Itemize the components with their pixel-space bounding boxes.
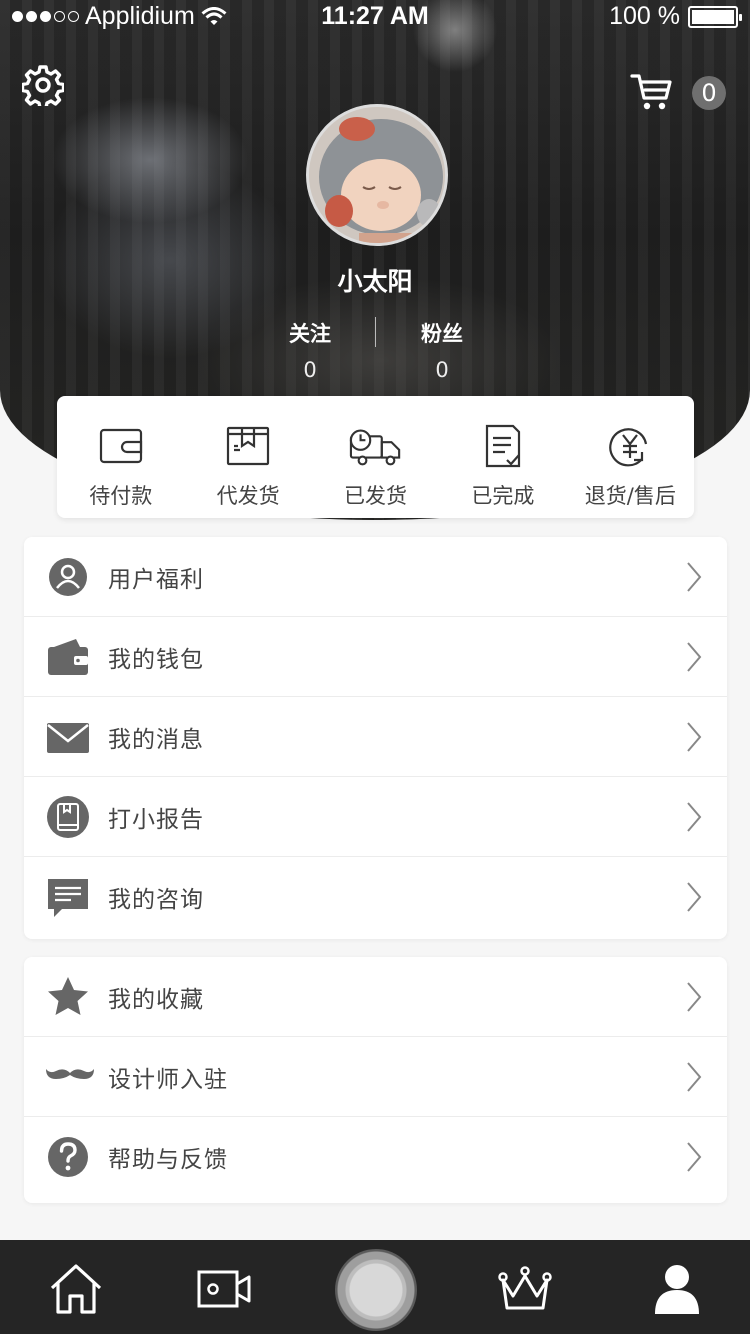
order-label: 代发货 [216, 484, 280, 508]
menu-group-secondary: 我的收藏 设计师入驻 帮助与反馈 [24, 957, 727, 1203]
order-to-ship[interactable]: 代发货 [184, 396, 311, 518]
user-icon [49, 557, 87, 596]
username: 小太阳 [337, 267, 413, 296]
menu-item-user-benefits[interactable]: 用户福利 [24, 537, 727, 617]
mustache-icon [46, 1068, 94, 1079]
baby-photo [309, 107, 445, 243]
menu-label: 帮助与反馈 [108, 1147, 228, 1173]
package-icon [227, 426, 270, 466]
cart-count-badge[interactable]: 0 [692, 76, 726, 110]
record-button[interactable] [335, 1249, 417, 1331]
fans-stat[interactable]: 粉丝 0 [382, 318, 502, 382]
battery-icon [688, 5, 742, 28]
order-label: 已完成 [471, 484, 535, 508]
menu-item-consultation[interactable]: 我的咨询 [24, 857, 727, 937]
chevron-right-icon [687, 1142, 702, 1172]
menu-item-help-feedback[interactable]: 帮助与反馈 [24, 1117, 727, 1197]
tab-video[interactable] [196, 1262, 252, 1316]
order-completed[interactable]: 已完成 [439, 396, 566, 518]
order-shipped[interactable]: 已发货 [312, 396, 439, 518]
profile-icon [655, 1265, 699, 1314]
order-label: 待付款 [89, 484, 153, 508]
home-icon [50, 1264, 102, 1314]
wallet-icon [48, 638, 88, 675]
follow-stat[interactable]: 关注 0 [250, 318, 370, 382]
menu-label: 打小报告 [108, 806, 204, 833]
chevron-right-icon [687, 882, 702, 912]
stat-divider [375, 317, 376, 347]
chevron-right-icon [687, 641, 702, 672]
menu-item-designer-join[interactable]: 设计师入驻 [24, 1037, 727, 1117]
gear-icon [20, 65, 66, 110]
battery-percent: 100 % [609, 2, 680, 30]
tab-crown[interactable] [497, 1262, 553, 1316]
help-icon [48, 1137, 88, 1177]
crown-icon [498, 1266, 552, 1310]
status-bar: Applidium 11:27 AM 100 % [0, 0, 750, 34]
order-pending-payment[interactable]: 待付款 [57, 396, 184, 518]
order-refund[interactable]: 退货/售后 [567, 396, 694, 518]
chevron-right-icon [687, 1061, 702, 1092]
follow-count: 0 [303, 358, 317, 382]
book-icon [47, 795, 89, 838]
fans-label: 粉丝 [421, 322, 463, 346]
cart-icon [630, 74, 672, 110]
menu-label: 用户福利 [108, 566, 204, 593]
envelope-icon [47, 722, 89, 753]
menu-group-primary: 用户福利 我的钱包 我的消息 打小报告 我的咨询 [24, 537, 727, 939]
menu-item-report[interactable]: 打小报告 [24, 777, 727, 857]
order-label: 已发货 [344, 484, 408, 508]
menu-item-wallet[interactable]: 我的钱包 [24, 617, 727, 697]
wallet-icon [99, 428, 142, 464]
cart-button[interactable] [630, 72, 674, 112]
menu-label: 我的收藏 [108, 986, 204, 1013]
battery-group: 100 % [609, 2, 742, 31]
order-status-card: 待付款 代发货 已发货 已完成 退货/售后 [57, 396, 694, 518]
menu-label: 设计师入驻 [108, 1066, 228, 1093]
tab-home[interactable] [48, 1262, 104, 1316]
order-label: 退货/售后 [584, 484, 676, 508]
menu-item-favorites[interactable]: 我的收藏 [24, 957, 727, 1037]
chevron-right-icon [687, 801, 702, 832]
star-icon [48, 976, 88, 1015]
settings-button[interactable] [20, 64, 66, 110]
fans-count: 0 [435, 358, 449, 382]
truck-icon [349, 429, 400, 466]
checklist-icon [485, 424, 521, 468]
avatar[interactable] [306, 104, 448, 246]
refund-icon [609, 428, 648, 467]
menu-item-messages[interactable]: 我的消息 [24, 697, 727, 777]
video-icon [197, 1270, 251, 1308]
menu-label: 我的消息 [108, 726, 204, 753]
tab-profile[interactable] [649, 1262, 705, 1316]
chevron-right-icon [687, 721, 702, 752]
menu-label: 我的咨询 [108, 887, 204, 913]
chevron-right-icon [687, 561, 702, 592]
chat-icon [48, 879, 88, 917]
follow-label: 关注 [289, 322, 331, 346]
menu-label: 我的钱包 [108, 646, 204, 673]
chevron-right-icon [687, 981, 702, 1012]
